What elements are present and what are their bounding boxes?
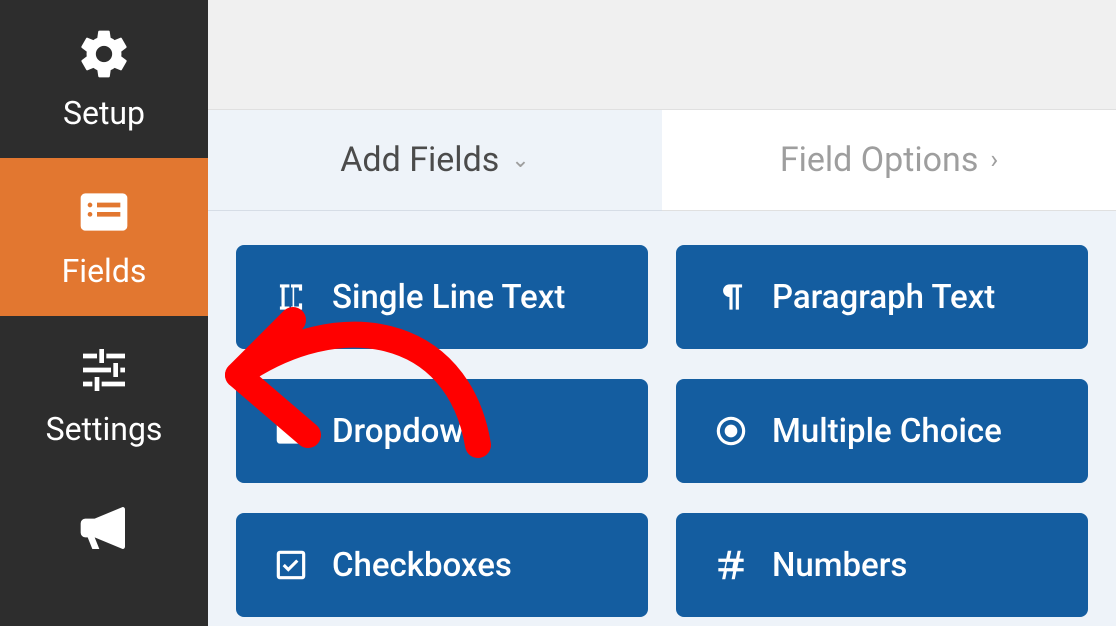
fields-grid: Single Line Text Paragraph Text Dropdown… xyxy=(236,245,1088,617)
sidebar-item-label: Settings xyxy=(46,410,163,448)
field-numbers[interactable]: Numbers xyxy=(676,513,1088,617)
field-multiple-choice[interactable]: Multiple Choice xyxy=(676,379,1088,483)
megaphone-icon xyxy=(68,500,140,556)
field-checkboxes[interactable]: Checkboxes xyxy=(236,513,648,617)
field-label: Multiple Choice xyxy=(772,412,1002,451)
dropdown-icon xyxy=(272,412,310,450)
sidebar-item-fields[interactable]: Fields xyxy=(0,158,208,316)
text-cursor-icon xyxy=(272,278,310,316)
tab-field-options[interactable]: Field Options › xyxy=(662,110,1116,211)
hash-icon xyxy=(712,546,750,584)
tab-label: Field Options xyxy=(780,140,979,180)
fields-panel: Single Line Text Paragraph Text Dropdown… xyxy=(208,211,1116,626)
field-paragraph-text[interactable]: Paragraph Text xyxy=(676,245,1088,349)
field-label: Single Line Text xyxy=(332,278,565,317)
sidebar-item-marketing[interactable] xyxy=(0,474,208,566)
gear-icon xyxy=(68,26,140,82)
field-label: Checkboxes xyxy=(332,546,512,585)
sliders-icon xyxy=(68,342,140,398)
sidebar-item-setup[interactable]: Setup xyxy=(0,0,208,158)
field-label: Dropdown xyxy=(332,412,482,451)
chevron-right-icon: › xyxy=(990,145,998,175)
chevron-down-icon: ⌄ xyxy=(511,148,529,173)
tab-label: Add Fields xyxy=(340,140,499,180)
pilcrow-icon xyxy=(712,278,750,316)
radio-icon xyxy=(712,412,750,450)
checkbox-icon xyxy=(272,546,310,584)
list-icon xyxy=(68,184,140,240)
sidebar-item-label: Setup xyxy=(63,94,145,132)
sidebar-item-settings[interactable]: Settings xyxy=(0,316,208,474)
main: Add Fields ⌄ Field Options › Single Line… xyxy=(208,0,1116,626)
sidebar-item-label: Fields xyxy=(62,252,147,290)
topbar xyxy=(208,0,1116,110)
field-single-line-text[interactable]: Single Line Text xyxy=(236,245,648,349)
tabs: Add Fields ⌄ Field Options › xyxy=(208,110,1116,211)
field-label: Numbers xyxy=(772,546,907,585)
tab-add-fields[interactable]: Add Fields ⌄ xyxy=(208,110,662,211)
sidebar: Setup Fields Settings xyxy=(0,0,208,626)
field-dropdown[interactable]: Dropdown xyxy=(236,379,648,483)
field-label: Paragraph Text xyxy=(772,278,995,317)
